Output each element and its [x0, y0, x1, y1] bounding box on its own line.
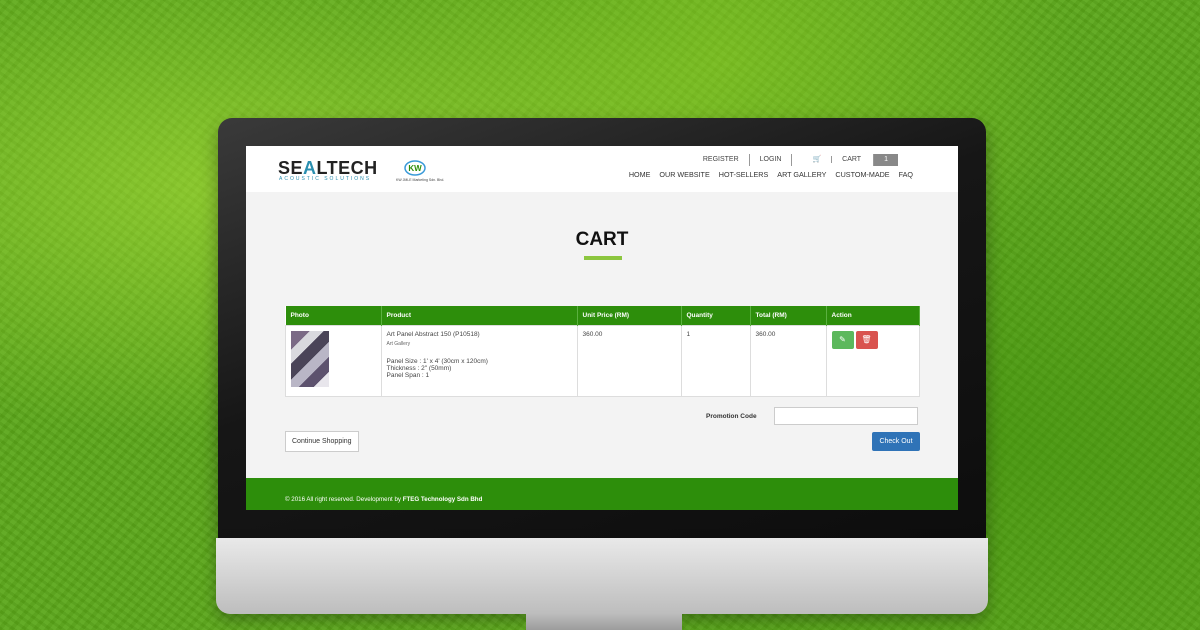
col-product: Product — [381, 306, 578, 326]
col-action: Action — [826, 306, 920, 326]
cart-link[interactable]: 🛒 CART 1 — [791, 154, 908, 166]
cart-count-badge: 1 — [873, 154, 898, 166]
col-quantity: Quantity — [681, 306, 751, 326]
checkout-button[interactable]: Check Out — [872, 432, 920, 451]
svg-text:KW: KW — [408, 164, 422, 173]
logo-text-part-2: LTECH — [316, 158, 378, 178]
table-row: Art Panel Abstract 150 (P10518) Art Gall… — [285, 325, 920, 397]
main-nav: HOME OUR WEBSITE HOT-SELLERS ART GALLERY… — [629, 170, 913, 179]
photo-cell — [285, 325, 382, 397]
logo-tagline: ACOUSTIC SOLUTIONS — [279, 176, 372, 182]
logo-text-accent: A — [303, 158, 317, 178]
product-panel-span: Panel Span : 1 — [386, 372, 430, 379]
action-cell: ✎ 🗑 — [825, 325, 920, 397]
partner-logo-icon: KW — [404, 160, 426, 176]
table-header-row: Photo Product Unit Price (RM) Quantity T… — [285, 306, 920, 326]
footer-company-link[interactable]: FTEG Technology Sdn Bhd — [403, 496, 483, 503]
cart-label: CART — [831, 156, 872, 163]
footer-copyright-text: © 2016 All right reserved. Development b… — [285, 496, 403, 503]
continue-shopping-button[interactable]: Continue Shopping — [285, 431, 359, 452]
unit-price-cell: 360.00 — [576, 325, 682, 397]
col-total: Total (RM) — [750, 306, 827, 326]
product-category: Art Gallery — [386, 341, 411, 347]
product-thumbnail[interactable] — [291, 331, 329, 387]
product-name[interactable]: Art Panel Abstract 150 (P10518) — [387, 331, 572, 338]
nav-custom-made[interactable]: CUSTOM-MADE — [835, 170, 889, 179]
cart-table: Photo Product Unit Price (RM) Quantity T… — [285, 306, 920, 397]
site-footer: © 2016 All right reserved. Development b… — [246, 478, 958, 510]
login-link[interactable]: LOGIN — [748, 154, 792, 166]
nav-home[interactable]: HOME — [629, 170, 651, 179]
site-header: SEALTECH ACOUSTIC SOLUTIONS KW KW JMLE M… — [246, 146, 958, 192]
nav-our-website[interactable]: OUR WEBSITE — [659, 170, 709, 179]
col-photo: Photo — [285, 306, 382, 326]
partner-name: KW JMLE Marketing Sdn. Bhd. — [396, 178, 445, 182]
nav-hot-sellers[interactable]: HOT-SELLERS — [719, 170, 769, 179]
top-links: REGISTER LOGIN 🛒 CART 1 — [693, 154, 908, 166]
edit-button[interactable]: ✎ — [831, 331, 854, 349]
delete-button[interactable]: 🗑 — [855, 331, 878, 349]
edit-icon: ✎ — [839, 335, 846, 344]
cart-icon: 🛒 — [812, 156, 822, 163]
trash-icon: 🗑 — [861, 335, 872, 344]
monitor-stand — [526, 614, 682, 630]
product-thickness: Thickness : 2" (50mm) — [386, 365, 452, 372]
promo-code-label: Promotion Code — [706, 413, 757, 420]
page-title: CART — [575, 229, 629, 250]
monitor-screen: SEALTECH ACOUSTIC SOLUTIONS KW KW JMLE M… — [246, 146, 958, 510]
nav-faq[interactable]: FAQ — [899, 170, 913, 179]
product-cell: Art Panel Abstract 150 (P10518) Art Gall… — [380, 325, 578, 397]
footer-copyright: © 2016 All right reserved. Development b… — [285, 496, 482, 503]
col-unit-price: Unit Price (RM) — [577, 306, 682, 326]
total-cell: 360.00 — [749, 325, 827, 397]
product-panel-size: Panel Size : 1' x 4' (30cm x 120cm) — [386, 358, 488, 365]
logo-text-part-1: SE — [278, 158, 304, 178]
quantity-cell: 1 — [680, 325, 751, 397]
promo-code-input[interactable] — [774, 407, 918, 425]
monitor-chin — [216, 538, 988, 614]
nav-art-gallery[interactable]: ART GALLERY — [777, 170, 826, 179]
register-link[interactable]: REGISTER — [693, 154, 749, 166]
title-underline — [584, 256, 622, 260]
